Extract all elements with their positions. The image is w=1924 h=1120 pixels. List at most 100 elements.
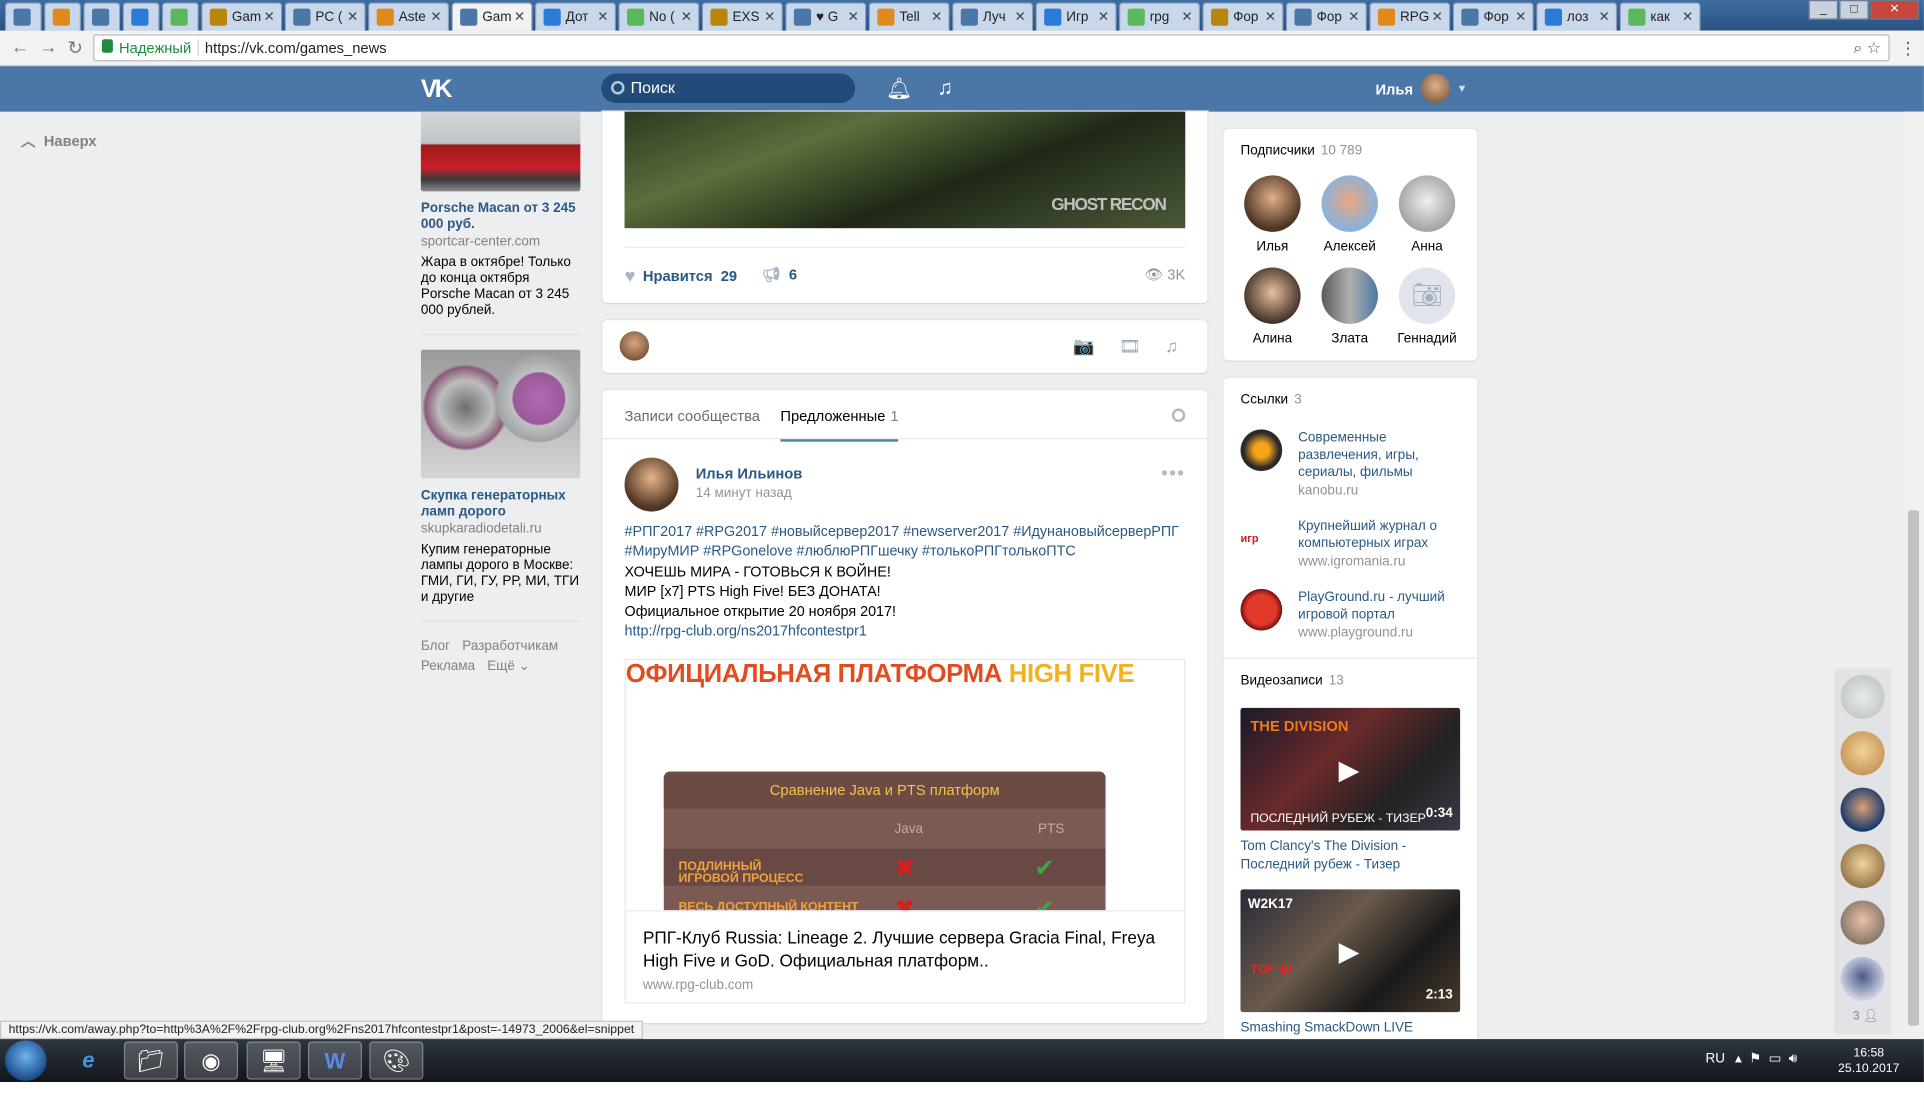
- close-tab-icon[interactable]: ✕: [1599, 9, 1610, 25]
- close-tab-icon[interactable]: ✕: [1348, 9, 1359, 25]
- member[interactable]: Алина: [1236, 267, 1310, 346]
- start-button[interactable]: [4, 1040, 47, 1081]
- ad-domain[interactable]: skupkaradiodetali.ru: [421, 521, 581, 537]
- footer-link-blog[interactable]: Блог: [421, 639, 450, 654]
- browser-tab[interactable]: [83, 2, 121, 31]
- post-time[interactable]: 14 минут назад: [696, 486, 792, 501]
- browser-tab[interactable]: Aste ✕: [368, 2, 450, 31]
- close-tab-icon[interactable]: ✕: [1682, 9, 1693, 25]
- search-input[interactable]: Поиск: [601, 73, 856, 104]
- close-tab-icon[interactable]: ✕: [430, 9, 441, 25]
- video-title[interactable]: Smashing SmackDown LIVE: [1240, 1019, 1461, 1037]
- word-icon[interactable]: W: [307, 1041, 362, 1080]
- post-author-name[interactable]: Илья Ильинов: [696, 465, 803, 482]
- browser-tab[interactable]: Фор ✕: [1202, 2, 1284, 31]
- notifications-bell-icon[interactable]: 🔔︎: [886, 77, 912, 102]
- back-icon[interactable]: ←: [11, 37, 29, 58]
- close-tab-icon[interactable]: ✕: [931, 9, 942, 25]
- close-tab-icon[interactable]: ✕: [764, 9, 775, 25]
- browser-tab[interactable]: PC (✕: [284, 2, 366, 31]
- close-tab-icon[interactable]: ✕: [597, 9, 608, 25]
- ad-image-porsche[interactable]: [420, 111, 581, 192]
- snippet-image[interactable]: ОФИЦИАЛЬНАЯ ПЛАТФОРМА HIGH FIVE Сравнени…: [624, 658, 1186, 911]
- link-title[interactable]: Современные развлечения, игры, сериалы, …: [1298, 429, 1464, 481]
- browser-tab[interactable]: Фор ✕: [1285, 2, 1367, 31]
- close-tab-icon[interactable]: ✕: [681, 9, 692, 25]
- footer-link-ads[interactable]: Реклама: [421, 659, 475, 674]
- omnibox[interactable]: Надежный https://vk.com/games_news ⌕ ☆: [93, 34, 1890, 62]
- post-hashtags[interactable]: #РПГ2017 #RPG2017 #новыйсервер2017 #news…: [625, 523, 1189, 563]
- post-link[interactable]: http://rpg-club.org/ns2017hfcontestpr1: [625, 623, 1189, 643]
- close-tab-icon[interactable]: ✕: [1265, 9, 1276, 25]
- scrollbar-thumb[interactable]: [1907, 510, 1920, 1026]
- followers-header[interactable]: Подписчики 10 789: [1240, 144, 1362, 159]
- friend-avatar[interactable]: [1840, 674, 1885, 719]
- close-tab-icon[interactable]: ✕: [514, 9, 525, 25]
- video-thumbnail[interactable]: THE DIVISION ▶ ПОСЛЕДНИЙ РУБЕЖ - ТИЗЕР 0…: [1240, 707, 1461, 831]
- browser-tab[interactable]: RPG ✕: [1369, 2, 1451, 31]
- post-composer[interactable]: 📷 🎞 ♫: [602, 320, 1208, 373]
- member[interactable]: Анна: [1390, 175, 1464, 254]
- close-tab-icon[interactable]: ✕: [1181, 9, 1192, 25]
- ad-title[interactable]: Скупка генераторных ламп дорого: [421, 488, 581, 520]
- browser-tab[interactable]: [4, 2, 42, 31]
- browser-tab[interactable]: [122, 2, 160, 31]
- wall-search-icon[interactable]: [1171, 408, 1186, 423]
- video-title[interactable]: Tom Clancy's The Division - Последний ру…: [1240, 838, 1461, 875]
- user-name[interactable]: Илья: [1375, 81, 1413, 98]
- tray-language[interactable]: RU: [1706, 1051, 1725, 1066]
- browser-tab[interactable]: [161, 2, 199, 31]
- close-tab-icon[interactable]: ✕: [264, 9, 275, 25]
- vk-logo[interactable]: VK: [421, 76, 453, 104]
- paint-icon[interactable]: 🎨︎: [369, 1041, 424, 1080]
- music-note-icon[interactable]: ♫: [937, 76, 953, 101]
- post-author-avatar[interactable]: [624, 457, 679, 512]
- scroll-up-link[interactable]: ︿ Наверх: [21, 130, 97, 151]
- member[interactable]: Злата: [1313, 267, 1387, 346]
- browser-tab[interactable]: Gam ✕: [451, 2, 533, 31]
- more-options-icon[interactable]: •••: [1161, 464, 1185, 486]
- friend-avatar[interactable]: [1840, 900, 1885, 945]
- friend-avatar[interactable]: [1840, 956, 1885, 1002]
- maximize-button[interactable]: □: [1839, 0, 1869, 20]
- footer-link-more[interactable]: Ещё ⌄: [487, 659, 530, 674]
- friend-avatar[interactable]: [1840, 844, 1885, 889]
- chrome-icon[interactable]: ◉: [184, 1041, 239, 1080]
- internet-explorer-icon[interactable]: e: [61, 1042, 115, 1080]
- reload-icon[interactable]: ↻: [67, 37, 82, 59]
- browser-tab[interactable]: [44, 2, 81, 31]
- close-tab-icon[interactable]: ✕: [848, 9, 859, 25]
- member[interactable]: 📷︎ Геннадий: [1390, 267, 1464, 346]
- close-tab-icon[interactable]: ✕: [1014, 9, 1025, 25]
- link-item[interactable]: игр Крупнейший журнал о компьютерных игр…: [1240, 517, 1461, 572]
- close-window-button[interactable]: ✕: [1869, 0, 1920, 20]
- close-tab-icon[interactable]: ✕: [1432, 9, 1443, 25]
- ad-image-lamps[interactable]: [420, 349, 581, 479]
- system-clock[interactable]: 16:58 25.10.2017: [1838, 1045, 1899, 1077]
- file-explorer-icon[interactable]: 📁︎: [123, 1041, 178, 1080]
- friend-avatar[interactable]: [1840, 787, 1885, 832]
- snippet-title[interactable]: РПГ-Клуб Russia: Lineage 2. Лучшие серве…: [643, 926, 1171, 973]
- browser-tab[interactable]: как ✕: [1619, 2, 1701, 31]
- footer-link-developers[interactable]: Разработчикам: [462, 639, 558, 654]
- link-item[interactable]: PlayGround.ru - лучший игровой портал ww…: [1240, 588, 1461, 643]
- browser-tab[interactable]: Tell ✕: [868, 2, 950, 31]
- scrollbar[interactable]: [1904, 111, 1924, 1032]
- browser-tab[interactable]: Фор ✕: [1452, 2, 1534, 31]
- browser-tab[interactable]: ♥ G ✕: [785, 2, 867, 31]
- browser-tab[interactable]: No (✕: [618, 2, 700, 31]
- close-tab-icon[interactable]: ✕: [1515, 9, 1526, 25]
- forward-icon[interactable]: →: [39, 37, 57, 58]
- post-image-ghost-recon[interactable]: GHOST RECON: [624, 111, 1186, 229]
- ad-domain[interactable]: sportcar-center.com: [421, 234, 581, 250]
- tab-community-posts[interactable]: Записи сообщества: [625, 407, 760, 424]
- share-button[interactable]: 📢︎ 6: [762, 266, 797, 283]
- link-snippet[interactable]: РПГ-Клуб Russia: Lineage 2. Лучшие серве…: [624, 910, 1186, 1004]
- computer-icon[interactable]: 🖥︎: [246, 1041, 301, 1080]
- browser-tab[interactable]: Дот ✕: [534, 2, 616, 31]
- links-header[interactable]: Ссылки 3: [1240, 393, 1301, 408]
- url-text[interactable]: https://vk.com/games_news: [205, 36, 387, 61]
- video-thumbnail[interactable]: W2K17 TOP 10 ▶ 2:13: [1240, 889, 1461, 1013]
- browser-menu-icon[interactable]: ⋮: [1899, 38, 1916, 59]
- like-button[interactable]: ♥ Нравится 29: [625, 266, 738, 287]
